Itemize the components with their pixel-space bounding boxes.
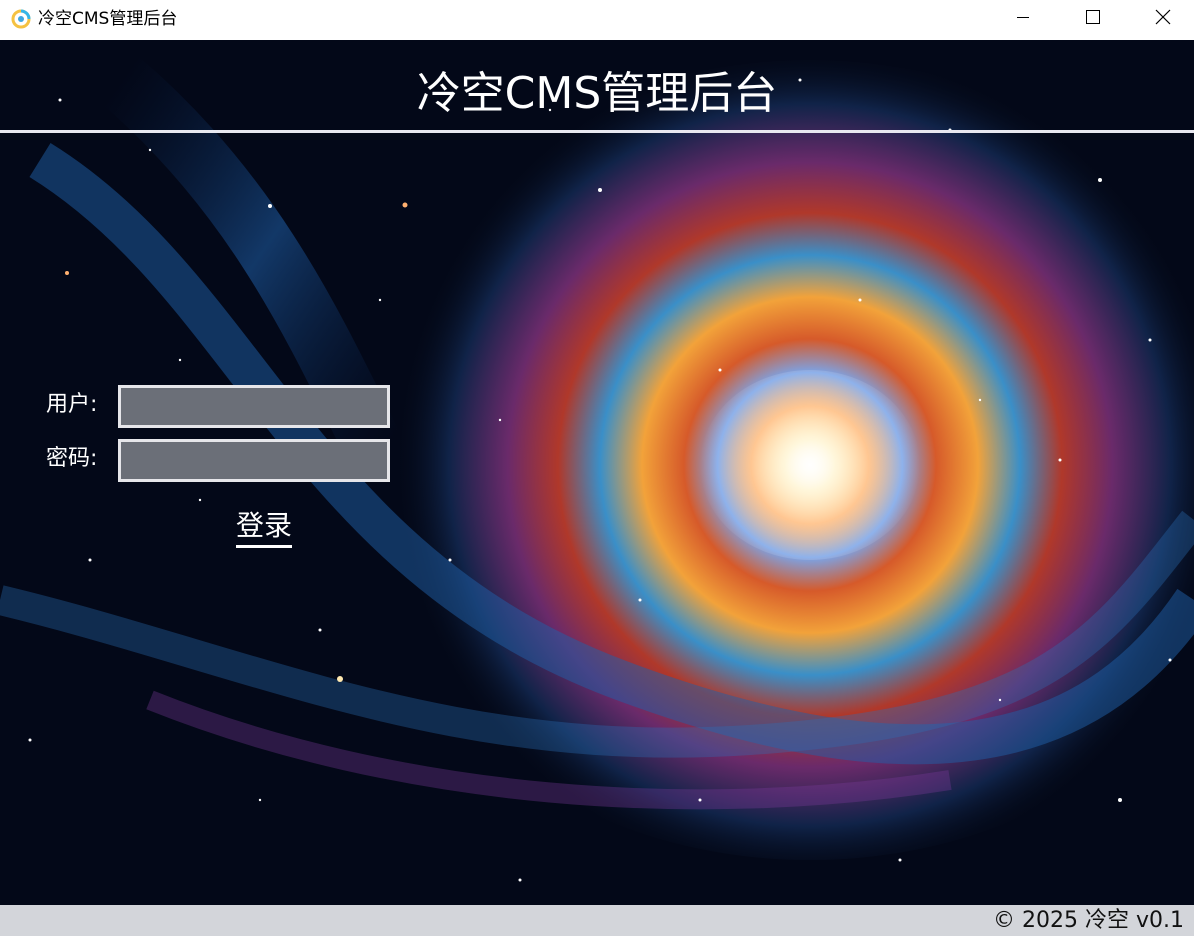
login-button[interactable]: 登录: [236, 507, 293, 548]
app-swirl-icon: [11, 9, 31, 29]
maximize-icon: [1085, 9, 1101, 29]
app-window: 冷空CMS管理后台 冷空CMS管理后台 用户: 密码: 登录 © 2025 冷空…: [0, 0, 1194, 936]
title-bar[interactable]: 冷空CMS管理后台: [0, 0, 1194, 40]
maximize-button[interactable]: [1058, 0, 1128, 38]
password-input[interactable]: [118, 439, 390, 482]
copyright-text: © 2025 冷空 v0.1: [993, 908, 1184, 933]
minimize-icon: [1015, 9, 1031, 29]
password-label: 密码:: [46, 446, 98, 471]
minimize-button[interactable]: [988, 0, 1058, 38]
page-title: 冷空CMS管理后台: [416, 68, 778, 119]
close-icon: [1155, 9, 1171, 29]
window-title: 冷空CMS管理后台: [38, 9, 178, 29]
username-input[interactable]: [118, 385, 390, 428]
login-panel: 冷空CMS管理后台 用户: 密码: 登录: [0, 40, 1194, 905]
header-divider: [0, 130, 1194, 133]
close-button[interactable]: [1128, 0, 1194, 38]
status-bar: © 2025 冷空 v0.1: [0, 905, 1194, 936]
username-label: 用户:: [46, 392, 98, 417]
